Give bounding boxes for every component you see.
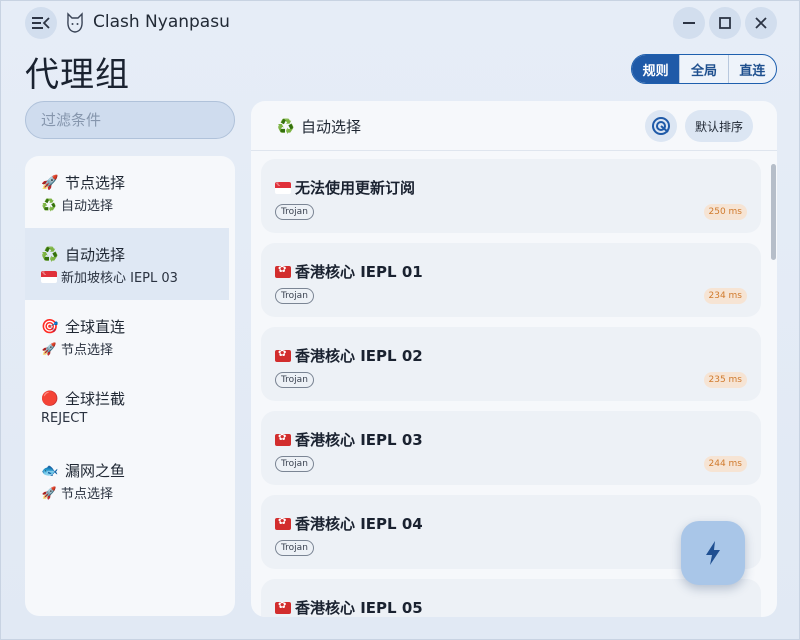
proxy-name-row: 香港核心 IEPL 04 — [275, 513, 423, 534]
proxy-name-row: 无法使用更新订阅 — [275, 177, 415, 198]
proxy-name: 香港核心 IEPL 02 — [295, 347, 423, 365]
group-name: 节点选择 — [65, 174, 126, 192]
group-current: 节点选择 — [61, 487, 114, 502]
group-name-row: 🐟 漏网之鱼 — [41, 460, 125, 481]
title-bar[interactable]: Clash Nyanpasu — [1, 1, 800, 45]
proxy-group-list: 🚀 节点选择 ♻️ 自动选择 ♻️ 自动选择 新加坡核心 IEPL 03 🎯 全… — [25, 156, 235, 616]
proxy-delay-badge[interactable]: 250 ms — [703, 204, 747, 220]
latency-test-button[interactable] — [645, 110, 677, 142]
group-current: 新加坡核心 IEPL 03 — [61, 271, 178, 286]
group-name-row: 🎯 全球直连 — [41, 316, 125, 337]
group-current: REJECT — [41, 411, 88, 426]
target-icon: 🎯 — [41, 318, 59, 335]
proxy-card[interactable]: 香港核心 IEPL 01 Trojan 234 ms — [261, 243, 761, 317]
mode-direct-button[interactable]: 直连 — [727, 55, 776, 83]
proxy-type-badge: Trojan — [275, 540, 314, 556]
recycle-icon: ♻️ — [41, 246, 59, 263]
group-current: 节点选择 — [61, 343, 114, 358]
close-button[interactable] — [745, 7, 777, 39]
group-item-auto-select[interactable]: ♻️ 自动选择 新加坡核心 IEPL 03 — [25, 228, 229, 300]
group-name-row: 🚀 节点选择 — [41, 172, 125, 193]
hong-kong-flag-icon — [275, 517, 291, 530]
group-current-row: REJECT — [41, 411, 87, 426]
group-name: 自动选择 — [65, 246, 126, 264]
mode-rule-button[interactable]: 规则 — [632, 55, 680, 83]
group-item-global-direct[interactable]: 🎯 全球直连 🚀 节点选择 — [25, 300, 229, 372]
sidebar-toggle-button[interactable] — [25, 7, 57, 39]
group-item-node-select[interactable]: 🚀 节点选择 ♻️ 自动选择 — [25, 156, 229, 228]
proxy-type-badge: Trojan — [275, 288, 314, 304]
recycle-icon: ♻️ — [41, 197, 57, 212]
proxy-list-scrollbar[interactable] — [771, 164, 776, 260]
hong-kong-flag-icon — [275, 349, 291, 362]
group-current-row: 🚀 节点选择 — [41, 339, 114, 359]
proxy-card[interactable]: 无法使用更新订阅 Trojan 250 ms — [261, 159, 761, 233]
mode-global-button[interactable]: 全局 — [679, 55, 727, 83]
minimize-button[interactable] — [673, 7, 705, 39]
proxy-name: 香港核心 IEPL 03 — [295, 431, 423, 449]
group-name-row: ♻️ 自动选择 — [41, 244, 125, 265]
filter-input[interactable] — [25, 101, 235, 139]
panel-title: 自动选择 — [301, 118, 362, 136]
hong-kong-flag-icon — [275, 601, 291, 614]
close-icon — [755, 17, 767, 29]
proxy-name: 无法使用更新订阅 — [295, 179, 416, 197]
proxy-name-row: 香港核心 IEPL 01 — [275, 261, 423, 282]
group-current-row: 新加坡核心 IEPL 03 — [41, 267, 178, 286]
rocket-icon: 🚀 — [41, 485, 57, 500]
menu-collapse-icon — [32, 17, 50, 29]
proxy-name: 香港核心 IEPL 04 — [295, 515, 423, 533]
lightning-icon — [706, 541, 720, 565]
hong-kong-flag-icon — [275, 433, 291, 446]
rocket-icon: 🚀 — [41, 174, 59, 191]
app-window: Clash Nyanpasu 代理组 规则 全局 直连 🚀 节点选择 ♻️ 自动… — [0, 0, 800, 640]
fish-icon: 🐟 — [41, 462, 59, 479]
minimize-icon — [683, 22, 695, 24]
proxy-name: 香港核心 IEPL 05 — [295, 599, 423, 617]
group-current-row: ♻️ 自动选择 — [41, 195, 114, 215]
singapore-flag-icon — [275, 181, 291, 194]
proxy-type-badge: Trojan — [275, 372, 314, 388]
sort-button[interactable]: 默认排序 — [685, 110, 753, 142]
proxy-delay-badge[interactable]: 234 ms — [703, 288, 747, 304]
rocket-icon: 🚀 — [41, 341, 57, 356]
group-item-final[interactable]: 🐟 漏网之鱼 🚀 节点选择 — [25, 444, 229, 516]
proxy-delay-badge[interactable]: 244 ms — [703, 456, 747, 472]
group-name: 漏网之鱼 — [65, 462, 126, 480]
group-name-row: 🔴 全球拦截 — [41, 388, 125, 409]
radar-icon — [652, 117, 670, 135]
proxy-name: 香港核心 IEPL 01 — [295, 263, 423, 281]
proxy-name-row: 香港核心 IEPL 03 — [275, 429, 423, 450]
proxy-card[interactable]: 香港核心 IEPL 02 Trojan 235 ms — [261, 327, 761, 401]
group-item-global-block[interactable]: 🔴 全球拦截 REJECT — [25, 372, 229, 444]
proxy-name-row: 香港核心 IEPL 05 — [275, 597, 423, 617]
proxy-card[interactable]: 香港核心 IEPL 03 Trojan 244 ms — [261, 411, 761, 485]
group-name: 全球直连 — [65, 318, 126, 336]
proxy-delay-badge[interactable]: 235 ms — [703, 372, 747, 388]
cat-logo-icon — [67, 12, 83, 33]
proxy-mode-switch: 规则 全局 直连 — [631, 54, 777, 84]
proxy-type-badge: Trojan — [275, 204, 314, 220]
group-name: 全球拦截 — [65, 390, 126, 408]
singapore-flag-icon — [41, 270, 57, 283]
group-current: 自动选择 — [61, 199, 114, 214]
recycle-icon: ♻️ — [277, 118, 295, 135]
maximize-icon — [719, 17, 731, 29]
group-current-row: 🚀 节点选择 — [41, 483, 114, 503]
red-circle-icon: 🔴 — [41, 390, 59, 407]
proxy-type-badge: Trojan — [275, 456, 314, 472]
proxy-card[interactable]: 香港核心 IEPL 05 — [261, 579, 761, 617]
maximize-button[interactable] — [709, 7, 741, 39]
panel-header: ♻️ 自动选择 默认排序 — [251, 101, 777, 151]
latency-check-fab[interactable] — [681, 521, 745, 585]
app-title: Clash Nyanpasu — [93, 12, 230, 32]
proxy-name-row: 香港核心 IEPL 02 — [275, 345, 423, 366]
hong-kong-flag-icon — [275, 265, 291, 278]
panel-title-row: ♻️ 自动选择 — [277, 116, 361, 137]
page-title: 代理组 — [25, 55, 130, 95]
